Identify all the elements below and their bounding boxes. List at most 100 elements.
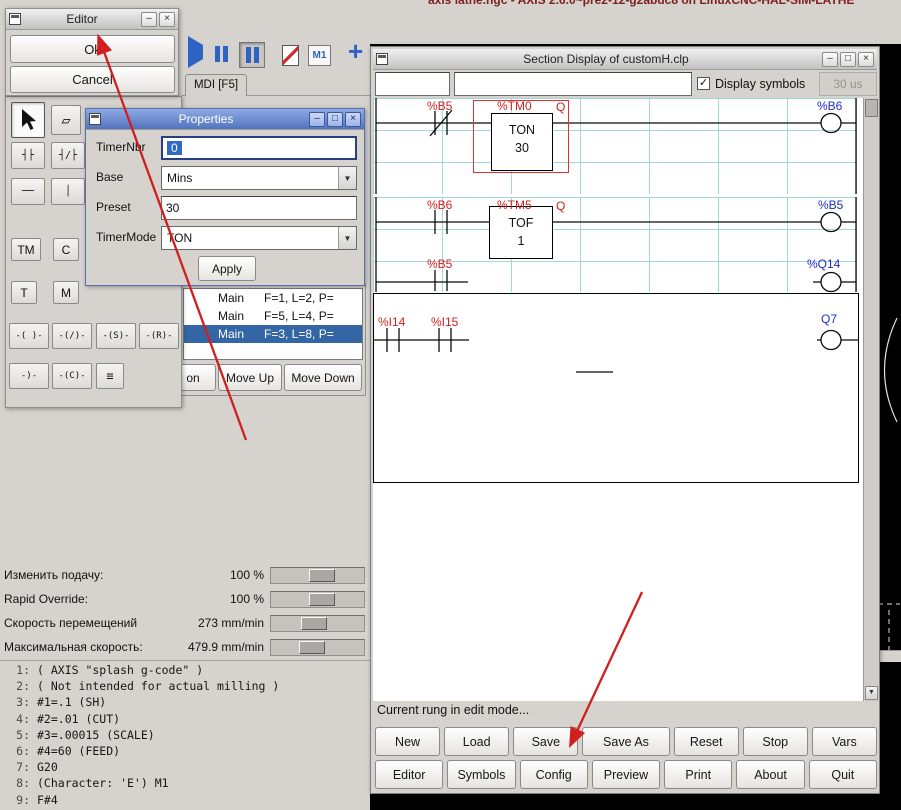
coil-reset-button[interactable]: -(R)-: [139, 323, 179, 349]
sections-list[interactable]: Main F=1, L=2, P= Main F=5, L=4, P= Main F=…: [183, 288, 363, 360]
rung-label-input[interactable]: [375, 72, 450, 96]
compare-block-button[interactable]: ≡: [96, 363, 124, 389]
preview-button[interactable]: Preview: [591, 760, 661, 789]
print-button[interactable]: Print: [664, 760, 733, 789]
step-icon[interactable]: [215, 46, 228, 62]
feed-override-label: Изменить подачу:: [4, 568, 104, 582]
section-row-selected[interactable]: Main F=3, L=8, P=: [184, 325, 362, 343]
close-icon[interactable]: ×: [345, 111, 361, 127]
symbols-button[interactable]: Symbols: [447, 760, 516, 789]
properties-titlebar[interactable]: Properties – □ ×: [86, 109, 364, 130]
gcode-line[interactable]: 9: F#4: [0, 792, 370, 808]
gcode-listing[interactable]: 1: ( AXIS "splash g-code" ) 2: ( Not inten…: [0, 662, 370, 810]
slider-handle[interactable]: [309, 593, 335, 606]
contact-no-button[interactable]: ┤├: [11, 142, 45, 169]
gcode-line[interactable]: 4: #2=.01 (CUT): [0, 711, 370, 727]
minimize-icon[interactable]: –: [822, 51, 838, 67]
vars-button[interactable]: Vars: [811, 727, 877, 756]
timer-nbr-input[interactable]: 0: [161, 136, 357, 160]
coil-set-button[interactable]: -(S)-: [96, 323, 136, 349]
apply-button[interactable]: Apply: [198, 256, 256, 281]
optional-stop-m1-icon[interactable]: M1: [308, 45, 331, 66]
gcode-line-number: 6:: [16, 743, 30, 758]
coil-label: %B5: [818, 198, 844, 212]
move-down-button[interactable]: Move Down: [284, 364, 362, 391]
rapid-override-slider[interactable]: [270, 591, 365, 608]
tab-mdi[interactable]: MDI [F5]: [185, 74, 247, 96]
slider-handle[interactable]: [309, 569, 335, 582]
minimize-icon[interactable]: –: [309, 111, 325, 127]
timer-mode-select[interactable]: TON ▼: [161, 226, 357, 250]
main-window-title: axis lathe.ngc - AXIS 2.6.0~pre2-12-g2ab…: [428, 0, 855, 7]
clear-plot-plus-icon[interactable]: +: [348, 38, 363, 64]
editor-button[interactable]: Editor: [375, 760, 444, 789]
ladder-scrollbar[interactable]: ▼: [863, 98, 879, 701]
gcode-line[interactable]: 3: #1=.1 (SH): [0, 694, 370, 710]
pointer-tool-button[interactable]: [11, 102, 45, 138]
timer-label: %TM5: [497, 198, 532, 212]
chevron-down-icon[interactable]: ▼: [338, 227, 356, 249]
gcode-line[interactable]: 8: (Character: 'E') M1: [0, 775, 370, 791]
stop-button[interactable]: Stop: [742, 727, 808, 756]
vline-tool-button[interactable]: │: [51, 178, 85, 205]
ladder-viewport[interactable]: TON 30 TOF 1 %B5 %TM0 Q %B6 %B6 %TM5 Q %…: [373, 98, 879, 701]
coil-button[interactable]: -( )-: [9, 323, 49, 349]
minimize-icon[interactable]: –: [141, 11, 157, 27]
close-icon[interactable]: ×: [159, 11, 175, 27]
save-as-button[interactable]: Save As: [582, 727, 670, 756]
timer-tool-button[interactable]: TM: [11, 238, 41, 261]
timer-type: TOF: [508, 216, 534, 230]
section-row[interactable]: Main F=1, L=2, P=: [184, 289, 362, 307]
slider-handle[interactable]: [301, 617, 327, 630]
gcode-line[interactable]: 7: G20: [0, 759, 370, 775]
move-up-button[interactable]: Move Up: [218, 364, 282, 391]
config-button[interactable]: Config: [519, 760, 588, 789]
pause-button[interactable]: [239, 42, 265, 68]
run-icon[interactable]: [188, 36, 203, 68]
rung-comment-input[interactable]: [454, 72, 692, 96]
timer-block-tm5[interactable]: TOF 1: [489, 206, 553, 259]
quit-button[interactable]: Quit: [808, 760, 877, 789]
max-velocity-slider[interactable]: [270, 639, 365, 656]
gcode-line[interactable]: 5: #3=.00015 (SCALE): [0, 727, 370, 743]
scroll-down-icon[interactable]: ▼: [865, 686, 878, 700]
contact-no-icon: ┤├: [21, 150, 35, 161]
gcode-line[interactable]: 6: #4=60 (FEED): [0, 743, 370, 759]
section-row[interactable]: Main F=5, L=4, P=: [184, 307, 362, 325]
preset-input[interactable]: 30: [161, 196, 357, 220]
display-symbols-checkbox[interactable]: ✓: [697, 77, 710, 90]
coil-not-button[interactable]: -(/)-: [52, 323, 92, 349]
coil-call-button[interactable]: -(C)-: [52, 363, 92, 389]
new-button[interactable]: New: [375, 727, 441, 756]
about-button[interactable]: About: [736, 760, 805, 789]
editor-titlebar[interactable]: Editor – ×: [6, 9, 178, 30]
timer-nbr-value: 0: [167, 141, 182, 155]
feed-override-slider[interactable]: [270, 567, 365, 584]
reset-button[interactable]: Reset: [673, 727, 739, 756]
monostable-tool-button[interactable]: M: [53, 281, 79, 304]
gcode-line-text: F#4: [37, 792, 58, 807]
save-button[interactable]: Save: [513, 727, 579, 756]
timer-iec-tool-button[interactable]: T: [11, 281, 37, 304]
load-button[interactable]: Load: [444, 727, 510, 756]
gcode-line-number: 3:: [16, 695, 30, 710]
counter-tool-button[interactable]: C: [53, 238, 79, 261]
slider-handle[interactable]: [299, 641, 325, 654]
base-select[interactable]: Mins ▼: [161, 166, 357, 190]
coil-jump-button[interactable]: -)-: [9, 363, 49, 389]
maximize-icon[interactable]: □: [327, 111, 343, 127]
ok-button[interactable]: Ok: [10, 35, 175, 63]
section-display-titlebar[interactable]: Section Display of customH.clp – □ ×: [373, 49, 877, 70]
contact-nc-button[interactable]: ┤/├: [51, 142, 85, 169]
scrollbar-thumb[interactable]: [865, 99, 878, 117]
eraser-tool-button[interactable]: ▱: [51, 105, 81, 135]
chevron-down-icon[interactable]: ▼: [338, 167, 356, 189]
close-icon[interactable]: ×: [858, 51, 874, 67]
maximize-icon[interactable]: □: [840, 51, 856, 67]
cancel-button[interactable]: Cancel: [10, 66, 175, 93]
hline-tool-button[interactable]: ──: [11, 178, 45, 205]
jog-speed-slider[interactable]: [270, 615, 365, 632]
blockdelete-icon[interactable]: [282, 45, 299, 66]
gcode-line[interactable]: 1: ( AXIS "splash g-code" ): [0, 662, 370, 678]
gcode-line[interactable]: 2: ( Not intended for actual milling ): [0, 678, 370, 694]
